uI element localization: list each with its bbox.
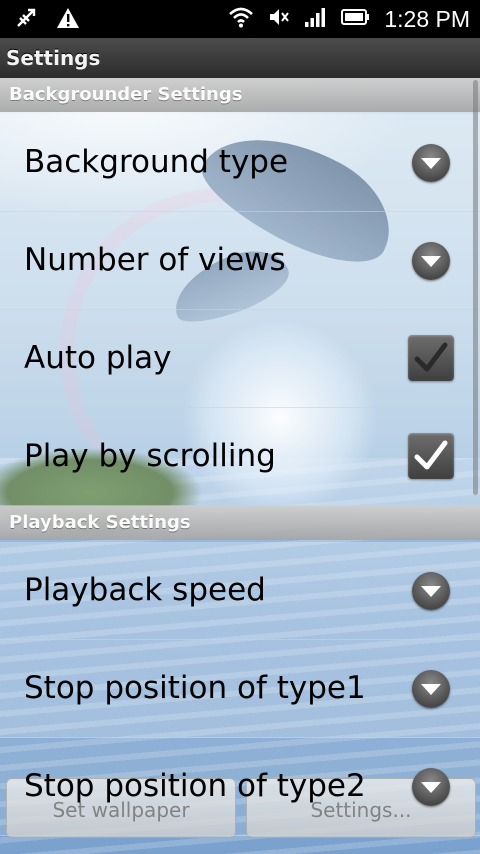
pref-background-type[interactable]: Background type [0, 114, 480, 212]
dropdown-arrow-icon [412, 242, 450, 280]
warning-icon [56, 6, 80, 34]
pref-label: Stop position of type1 [24, 670, 366, 706]
signal-icon [304, 6, 326, 32]
section-header-label: Backgrounder Settings [9, 84, 243, 105]
pref-number-of-views[interactable]: Number of views [0, 212, 480, 310]
pref-stop-position-type2[interactable]: Stop position of type2 [0, 738, 480, 836]
pref-label: Auto play [24, 340, 172, 376]
pref-label: Number of views [24, 242, 286, 278]
dropdown-arrow-icon [412, 144, 450, 182]
pref-auto-play[interactable]: Auto play [0, 310, 480, 408]
section-header-label: Playback Settings [9, 512, 191, 533]
battery-icon [340, 8, 370, 30]
wifi-icon [228, 6, 254, 32]
section-header-backgrounder: Backgrounder Settings [0, 78, 480, 112]
pref-stop-position-type1[interactable]: Stop position of type1 [0, 640, 480, 738]
pref-label: Background type [24, 144, 289, 180]
usb-debug-icon [14, 6, 38, 34]
dropdown-arrow-icon [412, 670, 450, 708]
page-title: Settings [6, 46, 101, 70]
status-clock: 1:28 PM [384, 5, 470, 32]
play-by-scrolling-checkbox[interactable] [408, 433, 454, 479]
auto-play-checkbox[interactable] [408, 335, 454, 381]
dropdown-arrow-icon [412, 572, 450, 610]
mute-icon [268, 7, 290, 31]
list-scrollbar[interactable] [473, 80, 478, 495]
dropdown-arrow-icon [412, 768, 450, 806]
section-header-playback: Playback Settings [0, 506, 480, 540]
pref-label: Play by scrolling [24, 438, 276, 474]
pref-play-by-scrolling[interactable]: Play by scrolling [0, 408, 480, 506]
status-bar: 1:28 PM [0, 0, 480, 38]
title-bar: Settings [0, 38, 480, 78]
pref-label: Stop position of type2 [24, 768, 366, 804]
pref-playback-speed[interactable]: Playback speed [0, 542, 480, 640]
pref-label: Playback speed [24, 572, 266, 608]
